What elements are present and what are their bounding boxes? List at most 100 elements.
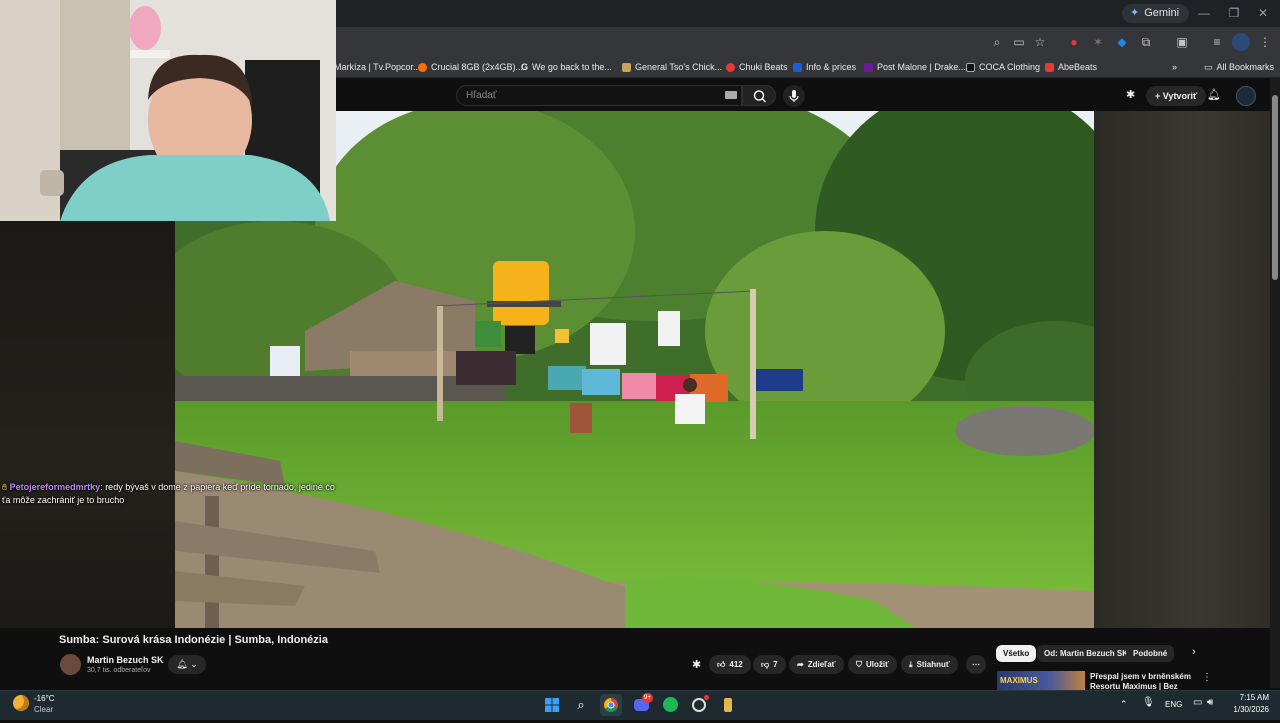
search-button[interactable]: [742, 85, 776, 106]
search-icon: [753, 90, 767, 103]
voice-search-button[interactable]: [783, 85, 805, 107]
close-window-button[interactable]: ✕: [1252, 4, 1274, 22]
chip-from-channel[interactable]: Od: Martin Bezuch SK: [1037, 645, 1136, 662]
google-icon: G: [521, 62, 529, 72]
windows-logo-icon: [545, 698, 559, 712]
chevron-up-icon[interactable]: ⌃: [1120, 699, 1128, 710]
recording-dot-icon: [704, 695, 709, 700]
volume-icon[interactable]: 🔊︎: [1207, 697, 1213, 708]
chrome-menu-icon[interactable]: ⋮: [1256, 33, 1274, 51]
cast-icon[interactable]: ▭: [1010, 33, 1028, 51]
weather-condition[interactable]: Clear: [34, 705, 53, 714]
zoom-icon[interactable]: ⌕: [988, 33, 1006, 51]
app2-taskbar-icon[interactable]: [717, 694, 739, 716]
minimize-button[interactable]: —: [1193, 4, 1215, 22]
sponsored-title[interactable]: Přespal jsem v brněnském Resortu Maximus…: [1090, 672, 1202, 690]
all-bookmarks-button[interactable]: ▭ All Bookmarks: [1204, 60, 1274, 74]
search-taskbar-icon[interactable]: ⌕: [570, 694, 592, 716]
webcam-overlay: [0, 0, 336, 221]
channel-avatar[interactable]: [60, 654, 81, 675]
scrollbar-thumb[interactable]: [1272, 95, 1278, 280]
chip-related[interactable]: Podobné: [1126, 645, 1175, 662]
thumbs-down-icon: 👎︎: [761, 660, 770, 669]
stream-background-left: [0, 221, 175, 628]
bookmark-item[interactable]: G We go back to the...: [521, 60, 612, 74]
app-logo-icon: [724, 698, 732, 712]
notifications-bell-icon[interactable]: 🔔︎: [1207, 88, 1221, 104]
account-avatar[interactable]: [1236, 86, 1256, 106]
microphone-icon: [789, 90, 799, 102]
extensions-puzzle-icon[interactable]: ⧉: [1137, 33, 1155, 51]
streamer-webcam-image: [0, 0, 336, 221]
spotify-logo-icon: [662, 697, 678, 712]
start-windows-icon[interactable]: [541, 694, 563, 716]
weather-temperature[interactable]: -16°C: [34, 694, 55, 703]
like-button[interactable]: 👍︎ 412: [709, 655, 751, 674]
network-icon[interactable]: ▭: [1193, 697, 1202, 708]
clock-date[interactable]: 1/30/2026: [1215, 705, 1269, 714]
chip-all[interactable]: Všetko: [996, 645, 1037, 662]
star-bookmark-icon[interactable]: ☆: [1031, 33, 1049, 51]
split-view-icon[interactable]: ▣: [1173, 33, 1191, 51]
extension-gear-icon[interactable]: ✱: [1126, 88, 1140, 102]
chat-username: Petojereformedmrtky: [9, 482, 101, 492]
stream-chat-message: ✋︎ Petojereformedmrtky: redy bývaš v dom…: [2, 481, 342, 507]
download-button[interactable]: ⤓ Stiahnuť: [901, 655, 958, 674]
chevron-double-right-icon: »: [1172, 62, 1178, 72]
bookmark-favicon: [966, 62, 975, 72]
bookmark-favicon: [418, 62, 427, 72]
bookmark-item[interactable]: Chuki Beats: [726, 60, 788, 74]
ambient-glow-right: [1094, 111, 1270, 628]
chrome-taskbar-icon[interactable]: [600, 694, 622, 716]
bookmark-icon: ⛉: [856, 660, 862, 669]
gemini-button[interactable]: ✦ Gemini: [1122, 4, 1190, 23]
extension-blue-icon[interactable]: ◆: [1113, 33, 1131, 51]
dislike-button[interactable]: 👎︎ 7: [753, 655, 786, 674]
bookmark-item[interactable]: COCA Clothing: [966, 60, 1040, 74]
more-horizontal-icon: ⋯: [972, 660, 980, 669]
keyboard-icon[interactable]: [725, 91, 737, 99]
clock-time[interactable]: 7:15 AM: [1215, 693, 1269, 702]
video-title: Sumba: Surová krása Indonézie | Sumba, I…: [59, 634, 328, 646]
bookmark-item[interactable]: AbeBeats: [1045, 60, 1097, 74]
sponsored-thumbnail[interactable]: MAXIMUS: [997, 671, 1085, 690]
spotify-taskbar-icon[interactable]: [659, 694, 681, 716]
extension-gear-icon[interactable]: ✱: [692, 658, 706, 672]
save-button[interactable]: ⛉ Uložiť: [848, 655, 897, 674]
chevron-down-icon: ⌄: [190, 659, 198, 669]
more-vertical-icon[interactable]: ⋮: [1202, 672, 1212, 683]
bookmark-favicon: [864, 62, 873, 72]
bookmark-item[interactable]: General Tso's Chick...: [622, 60, 722, 74]
chat-badge-icon: ✋︎: [2, 482, 10, 492]
more-actions-button[interactable]: ⋯: [966, 655, 986, 674]
profile-avatar[interactable]: [1232, 33, 1250, 51]
channel-name[interactable]: Martin Bezuch SK: [87, 655, 164, 665]
search-input[interactable]: Hľadať: [456, 85, 742, 106]
maximize-button[interactable]: ❐: [1223, 4, 1245, 22]
gemini-icon: ✦: [1130, 7, 1140, 19]
bookmark-item[interactable]: Info & prices: [793, 60, 856, 74]
extension-gray-icon[interactable]: ✶: [1089, 33, 1107, 51]
chevron-right-icon[interactable]: ›: [1192, 646, 1196, 658]
create-button[interactable]: + Vytvoriť: [1146, 86, 1207, 106]
bookmark-item[interactable]: Post Malone | Drake...: [864, 60, 966, 74]
input-language[interactable]: ENG: [1165, 700, 1182, 709]
bookmark-item[interactable]: Markíza | Tv.Popcor...: [334, 60, 421, 74]
plus-icon: +: [1155, 91, 1163, 101]
obs-logo-icon: [692, 698, 706, 712]
discord-notification-badge: 9+: [642, 693, 653, 703]
bookmark-favicon: [1045, 62, 1054, 72]
weather-moon-icon[interactable]: [13, 695, 29, 711]
more-bookmarks-button[interactable]: »: [1172, 60, 1177, 74]
extension-red-icon[interactable]: ●: [1065, 33, 1083, 51]
share-icon: ➦: [797, 660, 804, 669]
gemini-label: Gemini: [1144, 7, 1180, 19]
bookmark-item[interactable]: Crucial 8GB (2x4GB)...: [418, 60, 523, 74]
folder-icon: ▭: [1204, 62, 1213, 72]
download-icon: ⤓: [909, 660, 913, 669]
subscribe-notification-button[interactable]: 🔔︎ ⌄: [168, 655, 206, 674]
reading-list-icon[interactable]: ≡: [1208, 33, 1226, 51]
microphone-tray-icon[interactable]: 🎙︎: [1142, 697, 1155, 708]
share-button[interactable]: ➦ Zdieľať: [789, 655, 844, 674]
thumbs-up-icon: 👍︎: [717, 660, 726, 669]
